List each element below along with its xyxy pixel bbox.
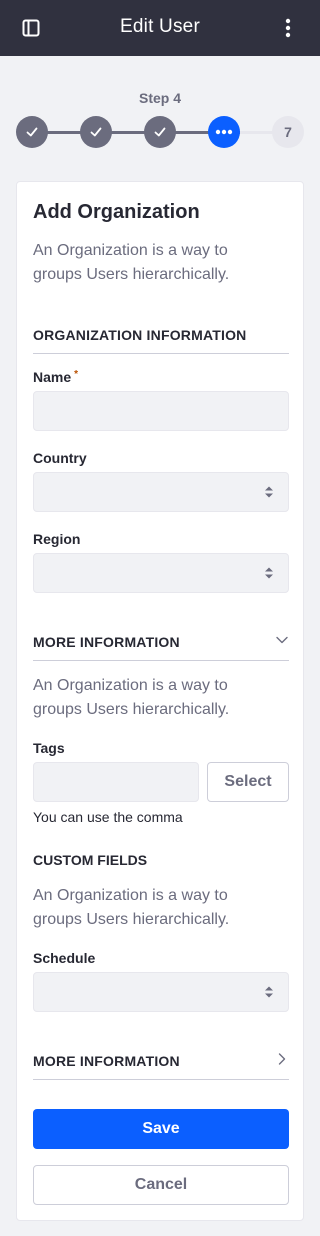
select-arrows-icon: [265, 486, 273, 498]
section-title: MORE INFORMATION: [33, 634, 180, 650]
section-custom-fields: CUSTOM FIELDS: [33, 852, 148, 868]
tags-hint: You can use the comma: [33, 809, 183, 825]
app-header: Edit User: [0, 0, 320, 56]
section-more-information-expanded[interactable]: MORE INFORMATION: [33, 634, 289, 661]
step-4-active[interactable]: [208, 116, 240, 148]
check-icon: [26, 127, 38, 137]
step-1[interactable]: [16, 116, 48, 148]
chevron-down-icon: [276, 636, 288, 644]
chevron-right-icon: [278, 1053, 286, 1065]
name-label: Name *: [33, 369, 78, 385]
name-input[interactable]: [33, 391, 289, 431]
schedule-label: Schedule: [33, 950, 96, 966]
custom-fields-description: An Organization is a way to groups Users…: [33, 887, 230, 928]
page-title: Edit User: [120, 16, 200, 37]
select-arrows-icon: [265, 986, 273, 998]
section-organization-information: ORGANIZATION INFORMATION: [33, 327, 289, 354]
cancel-button[interactable]: Cancel: [33, 1165, 289, 1205]
name-label-text: Name: [33, 369, 72, 385]
form-heading: Add Organization: [33, 201, 200, 223]
select-arrows-icon: [265, 567, 273, 579]
region-label: Region: [33, 531, 81, 547]
check-icon: [90, 127, 102, 137]
step-label: Step 4: [138, 90, 181, 106]
country-select[interactable]: [33, 472, 289, 512]
country-label: Country: [33, 450, 87, 466]
vertical-ellipsis-icon[interactable]: [276, 15, 300, 41]
stepper: 7: [0, 116, 320, 150]
required-marker: *: [74, 369, 79, 380]
schedule-select[interactable]: [33, 972, 289, 1012]
tags-label: Tags: [33, 740, 65, 756]
step-2[interactable]: [80, 116, 112, 148]
section-title: MORE INFORMATION: [33, 1053, 180, 1069]
region-select[interactable]: [33, 553, 289, 593]
ellipsis-icon: [215, 129, 233, 135]
more-info-description: An Organization is a way to groups Users…: [33, 677, 230, 718]
form-intro: An Organization is a way to groups Users…: [33, 242, 230, 283]
step-3[interactable]: [144, 116, 176, 148]
tags-select-button[interactable]: Select: [207, 762, 289, 802]
save-button[interactable]: Save: [33, 1109, 289, 1149]
step-7[interactable]: 7: [272, 116, 304, 148]
check-icon: [154, 127, 166, 137]
tags-input[interactable]: [33, 762, 199, 802]
add-organization-card: Add Organization An Organization is a wa…: [16, 181, 304, 1221]
section-more-information-collapsed[interactable]: MORE INFORMATION: [33, 1053, 289, 1080]
